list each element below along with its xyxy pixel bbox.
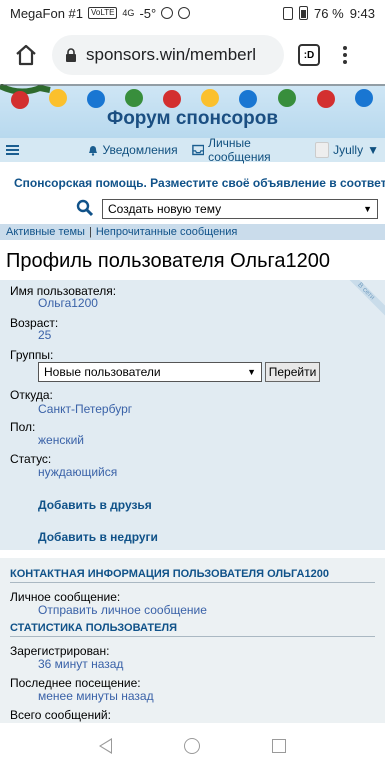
forum-banner: Форум спонсоров (0, 84, 385, 138)
battery-percent: 76 % (314, 5, 344, 21)
location-value: Санкт-Петербург (38, 402, 133, 416)
age-value: 25 (38, 328, 52, 342)
carrier-name: MegaFon #1 (10, 5, 83, 21)
status-value: нуждающийся (38, 465, 118, 479)
sync-icon (161, 7, 174, 19)
add-foe-link[interactable]: Добавить в недруги (38, 530, 158, 544)
active-topics-link[interactable]: Активные темы (6, 226, 85, 238)
username-label: Jyully (333, 143, 364, 157)
chevron-down-icon: ▼ (363, 204, 372, 214)
search-row: Создать новую тему ▼ (0, 196, 385, 222)
volte-badge: VoLTE (88, 7, 118, 19)
profile-panel: В сети Имя пользователя: Ольга1200 Возра… (0, 280, 385, 550)
android-navigation-bar (0, 723, 385, 769)
address-bar[interactable]: sponsors.win/memberl (52, 35, 284, 75)
go-button[interactable]: Перейти (265, 362, 320, 382)
back-icon[interactable] (99, 738, 112, 754)
chevron-down-icon: ▼ (247, 367, 256, 377)
new-topic-select-value: Создать новую тему (108, 202, 222, 216)
notifications-label: Уведомления (102, 143, 178, 157)
browser-menu-button[interactable] (342, 46, 348, 64)
battery-icon (299, 6, 309, 20)
chevron-down-icon: ▼ (367, 143, 379, 157)
network-type: 4G (122, 8, 135, 18)
vibrate-icon (283, 6, 294, 20)
send-pm-link[interactable]: Отправить личное сообщение (38, 603, 207, 617)
tab-switcher-button[interactable]: :D (298, 44, 320, 66)
contact-stats-panel: КОНТАКТНАЯ ИНФОРМАЦИЯ ПОЛЬЗОВАТЕЛЯ ОЛЬГА… (0, 558, 385, 723)
hamburger-menu-icon[interactable] (6, 145, 19, 155)
url-text: sponsors.win/memberl (86, 45, 257, 64)
lock-icon (66, 48, 76, 62)
online-ribbon-text: В сети (345, 280, 385, 319)
total-posts-field-label: Всего сообщений: (10, 708, 111, 722)
gender-value: женский (38, 433, 84, 447)
home-circle-icon[interactable] (184, 738, 200, 754)
home-icon (16, 44, 36, 66)
notifications-link[interactable]: Уведомления (87, 143, 178, 157)
avatar (315, 142, 330, 158)
status-bar: MegaFon #1 VoLTE 4G -5° 76 % 9:43 (0, 0, 385, 26)
quick-links: Активные темы | Непрочитанные сообщения (0, 224, 385, 240)
page-title: Профиль пользователя Ольга1200 (6, 250, 330, 272)
gender-field-label: Пол: (10, 420, 36, 434)
breadcrumb-forum[interactable]: Спонсорская помощь. Разместите своё объя… (14, 176, 385, 190)
browser-toolbar: sponsors.win/memberl :D (0, 26, 385, 84)
links-separator: | (88, 226, 92, 238)
home-button[interactable] (8, 37, 44, 73)
add-friend-link[interactable]: Добавить в друзья (38, 498, 152, 512)
status-field-label: Статус: (10, 452, 52, 466)
location-field-label: Откуда: (10, 388, 53, 402)
whatsapp-icon (178, 7, 191, 19)
christmas-garland-decoration (0, 84, 385, 109)
search-icon[interactable] (76, 199, 94, 217)
messages-label: Личные сообщения (208, 136, 271, 164)
username-value: Ольга1200 (38, 296, 98, 310)
registered-field-label: Зарегистрирован: (10, 644, 110, 658)
forum-title[interactable]: Форум спонсоров (0, 108, 385, 130)
private-messages-link[interactable]: Личные сообщения (191, 136, 306, 164)
clock: 9:43 (349, 5, 375, 21)
bell-icon (88, 146, 97, 156)
groups-field-label: Группы: (10, 348, 54, 362)
breadcrumb[interactable]: Спонсорская помощь. Разместите своё объя… (0, 172, 385, 194)
recents-icon[interactable] (272, 739, 286, 753)
inbox-icon (191, 144, 204, 156)
last-visit-field-label: Последнее посещение: (10, 676, 141, 690)
new-topic-select[interactable]: Создать новую тему ▼ (102, 199, 378, 219)
contact-section-heading: КОНТАКТНАЯ ИНФОРМАЦИЯ ПОЛЬЗОВАТЕЛЯ ОЛЬГА… (10, 568, 375, 583)
temperature: -5° (139, 5, 157, 21)
groups-select[interactable]: Новые пользователи ▼ (38, 362, 262, 382)
forum-nav-bar: Уведомления Личные сообщения Jyully ▼ (0, 136, 385, 164)
pm-field-label: Личное сообщение: (10, 590, 121, 604)
online-ribbon: В сети (345, 280, 385, 320)
registered-value: 36 минут назад (38, 657, 124, 671)
user-menu[interactable]: Jyully ▼ (315, 142, 379, 158)
stats-section-heading: СТАТИСТИКА ПОЛЬЗОВАТЕЛЯ (10, 622, 375, 637)
unread-posts-link[interactable]: Непрочитанные сообщения (96, 226, 238, 238)
last-visit-value: менее минуты назад (38, 689, 154, 703)
groups-select-value: Новые пользователи (44, 365, 161, 379)
